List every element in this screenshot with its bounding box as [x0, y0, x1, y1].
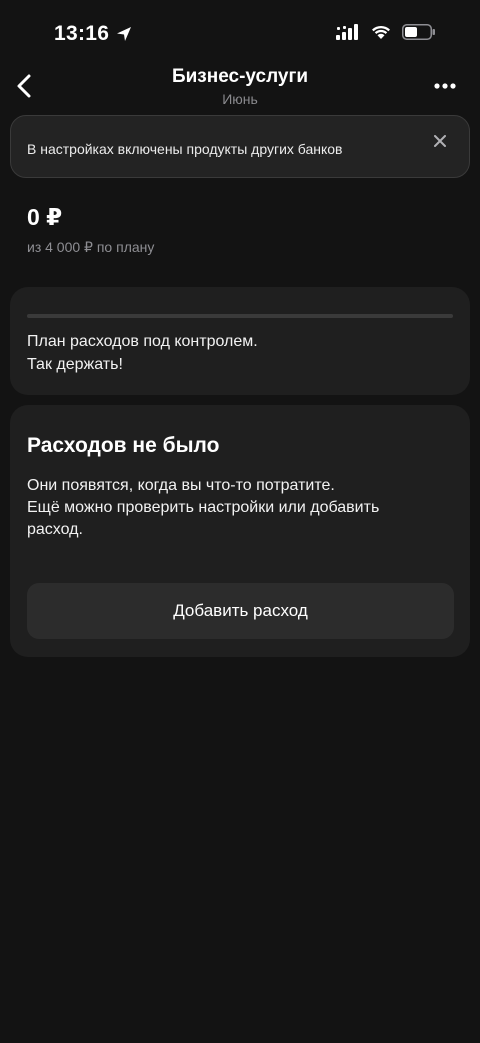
cellular-signal-icon — [336, 24, 358, 40]
status-time-text: 13:16 — [54, 22, 110, 45]
plan-message-line-2: Так держать! — [27, 356, 123, 373]
plan-progress-bar — [27, 314, 453, 318]
add-expense-button[interactable]: Добавить расход — [27, 583, 454, 639]
spent-amount: 0 ₽ — [27, 204, 63, 230]
wifi-icon — [372, 25, 390, 39]
more-dots-icon — [434, 83, 456, 89]
battery-icon — [402, 24, 435, 40]
page-title: Бизнес-услуги — [171, 66, 309, 87]
nav-header: Бизнес-услуги Июнь — [0, 60, 480, 112]
empty-text-line-1: Они появятся, когда вы что-то потратите. — [27, 477, 335, 494]
plan-message-line-1: План расходов под контролем. — [27, 333, 258, 350]
location-arrow-icon — [117, 27, 132, 41]
empty-text-line-2: Ещё можно проверить настройки или добави… — [27, 499, 380, 516]
close-icon — [434, 135, 446, 147]
plan-amount: из 4 000 ₽ по плану — [27, 239, 155, 255]
empty-expenses-card: Расходов не было Они появятся, когда вы … — [10, 405, 470, 657]
status-time: 13:16 — [54, 22, 133, 46]
more-options-button[interactable] — [430, 74, 460, 98]
banner-text: В настройках включены продукты других ба… — [27, 141, 343, 157]
empty-title: Расходов не было — [27, 434, 220, 457]
page-subtitle: Июнь — [222, 91, 258, 107]
empty-text-line-3: расход. — [27, 521, 83, 538]
banner-close-button[interactable] — [429, 130, 451, 152]
status-indicators — [336, 24, 436, 40]
other-banks-banner: В настройках включены продукты других ба… — [10, 115, 470, 178]
plan-card: План расходов под контролем. Так держать… — [10, 287, 470, 395]
